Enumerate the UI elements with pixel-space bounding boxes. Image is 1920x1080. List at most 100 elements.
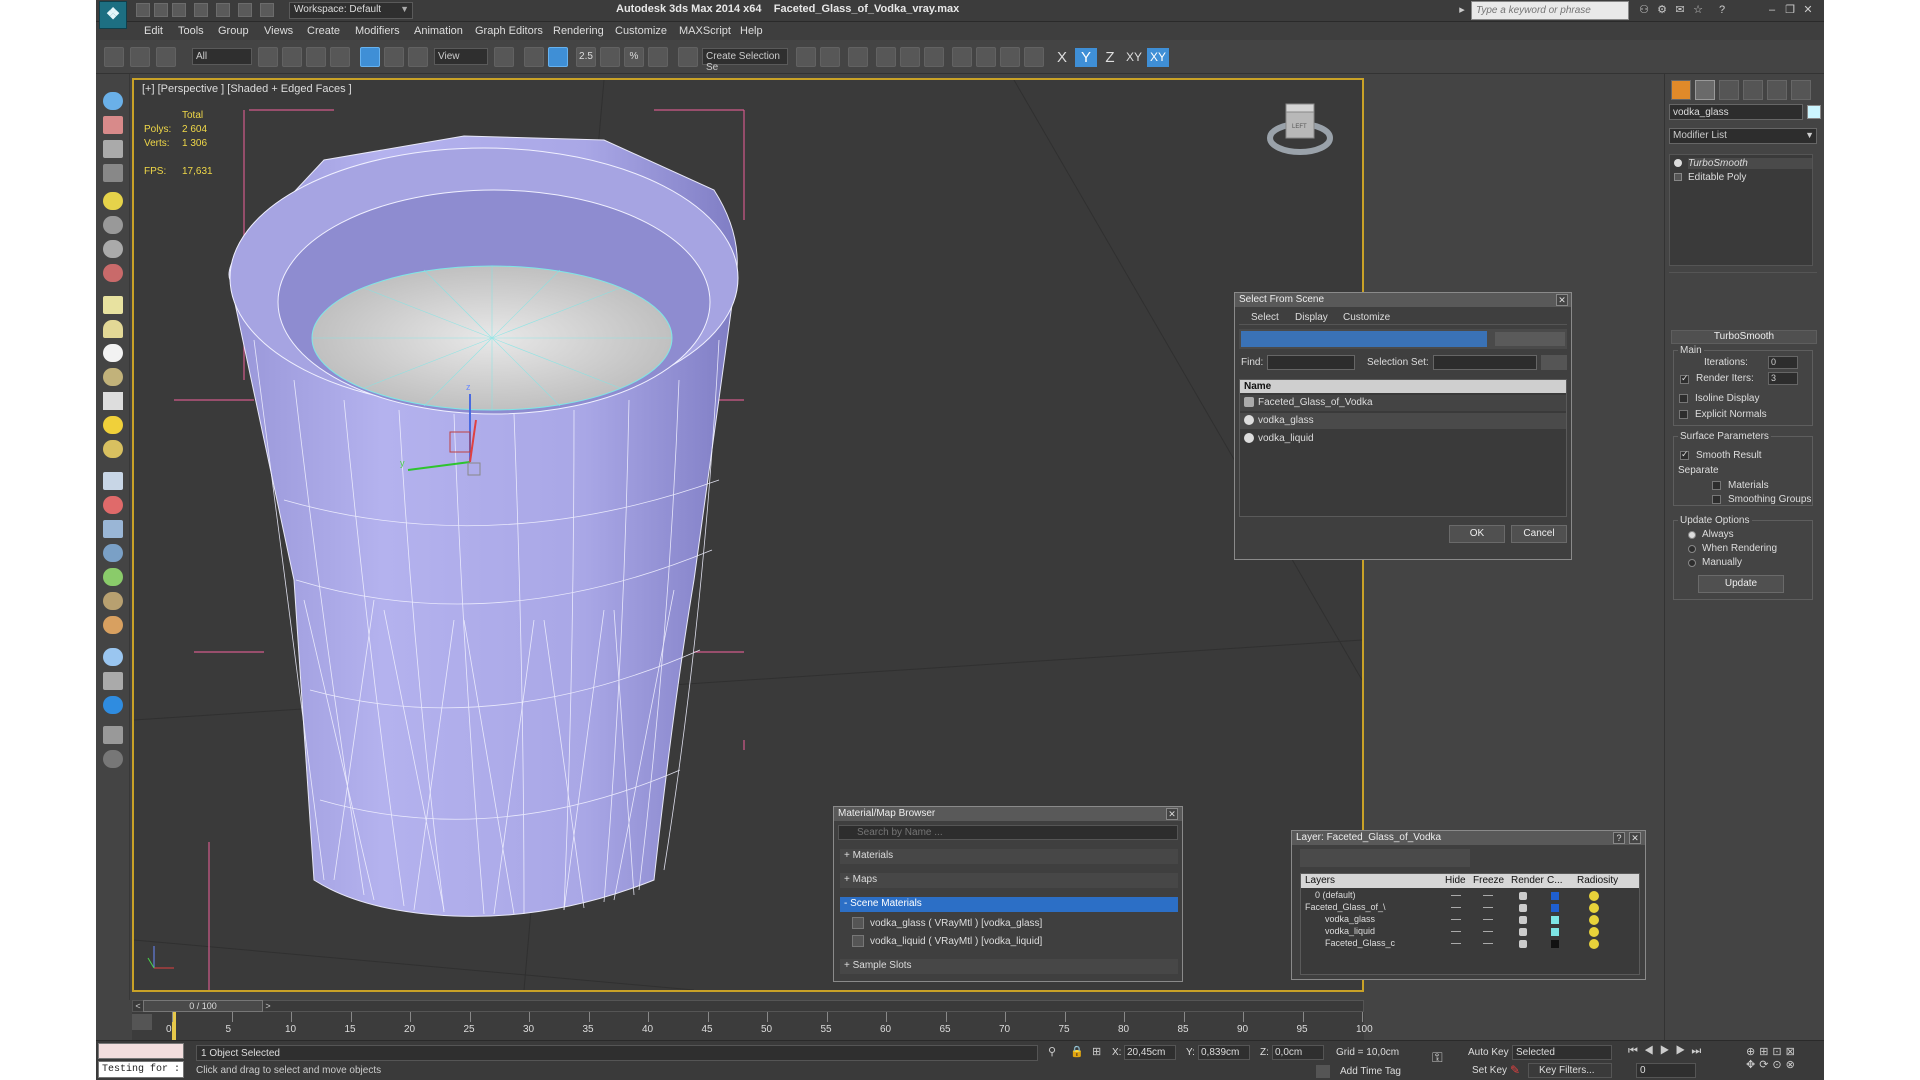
- manually-radio[interactable]: [1688, 559, 1696, 567]
- helper-icon[interactable]: [103, 264, 123, 282]
- column-radiosity[interactable]: Radiosity: [1577, 875, 1618, 886]
- favorites-icon[interactable]: ☆: [1692, 4, 1704, 16]
- sphere-icon[interactable]: [103, 344, 123, 362]
- teapot-icon[interactable]: [103, 92, 123, 110]
- restrict-xy-plane[interactable]: XY: [1123, 48, 1145, 67]
- layer-color-swatch[interactable]: [1551, 940, 1559, 948]
- viewport-label[interactable]: [+] [Perspective ] [Shaded + Edged Faces…: [142, 83, 352, 95]
- list-item[interactable]: vodka_liquid ( VRayMtl ) [vodka_liquid]: [868, 935, 1178, 950]
- undo-icon[interactable]: [194, 3, 208, 17]
- hide-dash[interactable]: [1451, 919, 1461, 920]
- schematic-view-icon[interactable]: [924, 47, 944, 67]
- render-iters-spinner[interactable]: 3: [1768, 372, 1798, 385]
- minimize-icon[interactable]: –: [1766, 4, 1778, 16]
- material-search-input[interactable]: [838, 825, 1178, 840]
- menu-modifiers[interactable]: Modifiers: [355, 25, 400, 37]
- select-object-icon[interactable]: [258, 47, 278, 67]
- menu-animation[interactable]: Animation: [414, 25, 463, 37]
- freeze-dash[interactable]: [1483, 931, 1493, 932]
- key-filters-button[interactable]: Key Filters...: [1528, 1063, 1612, 1078]
- modifier-list-dropdown[interactable]: Modifier List ▼: [1669, 128, 1817, 144]
- select-and-rotate-icon[interactable]: [384, 47, 404, 67]
- column-color[interactable]: C...: [1547, 875, 1563, 886]
- box-icon[interactable]: [103, 296, 123, 314]
- viewport-navigation-controls[interactable]: ⊕⊞⊡⊠ ✥⟳⊙⊗: [1746, 1045, 1820, 1079]
- motion-tab-icon[interactable]: [1743, 80, 1763, 100]
- ok-button[interactable]: OK: [1449, 525, 1505, 543]
- document-icon[interactable]: [103, 140, 123, 158]
- auto-key-button[interactable]: Auto Key: [1468, 1047, 1509, 1058]
- selection-set-dropdown[interactable]: [1433, 355, 1537, 370]
- infocenter-search-input[interactable]: [1471, 1, 1629, 20]
- object-name-input[interactable]: [1669, 104, 1803, 120]
- named-selection-dropdown[interactable]: Create Selection Se: [702, 48, 788, 73]
- gear-icon[interactable]: [103, 240, 123, 258]
- particles-icon[interactable]: [103, 472, 123, 490]
- wave-icon[interactable]: [103, 520, 123, 538]
- close-icon[interactable]: ✕: [1556, 294, 1568, 306]
- playback-controls[interactable]: ⏮◀▶▶⏭: [1628, 1045, 1748, 1059]
- layer-color-swatch[interactable]: [1551, 904, 1559, 912]
- hemisphere-icon[interactable]: [103, 320, 123, 338]
- stack-item-turbosmooth[interactable]: TurboSmooth: [1688, 158, 1812, 169]
- project-folder-icon[interactable]: [260, 3, 274, 17]
- menu-graph-editors[interactable]: Graph Editors: [475, 25, 543, 37]
- separate-materials-checkbox[interactable]: [1712, 481, 1721, 490]
- keyboard-shortcut-override-icon[interactable]: [548, 47, 568, 67]
- menu-create[interactable]: Create: [307, 25, 340, 37]
- mini-curve-editor-icon[interactable]: [132, 1014, 152, 1030]
- open-file-icon[interactable]: [154, 3, 168, 17]
- menu-help[interactable]: Help: [740, 25, 763, 37]
- track-bar[interactable]: 0 5 10 15 20 25 30 35 40 45 50 55 60 65 70 75 80 85 90 95 10…: [132, 1012, 1373, 1040]
- restrict-z-axis[interactable]: Z: [1099, 48, 1121, 67]
- explicit-normals-checkbox[interactable]: [1679, 410, 1688, 419]
- selection-set-icons[interactable]: [1541, 355, 1567, 370]
- column-freeze[interactable]: Freeze: [1473, 875, 1504, 886]
- when-rendering-radio[interactable]: [1688, 545, 1696, 553]
- add-time-tag[interactable]: Add Time Tag: [1340, 1066, 1401, 1077]
- render-setup-icon[interactable]: [976, 47, 996, 67]
- maps-section[interactable]: + Maps: [840, 873, 1178, 888]
- name-column-header[interactable]: Name: [1240, 380, 1566, 393]
- tab-display[interactable]: Display: [1295, 312, 1328, 323]
- list-item[interactable]: vodka_glass: [1240, 413, 1566, 429]
- close-icon[interactable]: ✕: [1802, 4, 1814, 16]
- reference-coordinate-dropdown[interactable]: View: [434, 48, 488, 65]
- set-key-button[interactable]: Set Key: [1472, 1065, 1507, 1076]
- key-icon[interactable]: ⚿: [1432, 1049, 1454, 1065]
- key-pencil-icon[interactable]: ✎: [1510, 1063, 1524, 1077]
- dynamics-icon[interactable]: [103, 496, 123, 514]
- hide-dash[interactable]: [1451, 895, 1461, 896]
- torus-icon[interactable]: [103, 440, 123, 458]
- materials-section[interactable]: + Materials: [840, 849, 1178, 864]
- layer-color-swatch[interactable]: [1551, 892, 1559, 900]
- hide-dash[interactable]: [1451, 943, 1461, 944]
- current-frame-field[interactable]: 0: [1636, 1063, 1696, 1078]
- update-button[interactable]: Update: [1698, 575, 1784, 593]
- new-file-icon[interactable]: [136, 3, 150, 17]
- render-icon[interactable]: [103, 116, 123, 134]
- list-item[interactable]: Faceted_Glass_of_Vodka: [1240, 395, 1566, 411]
- render-teapot-icon[interactable]: [1519, 928, 1527, 936]
- close-icon[interactable]: ✕: [1629, 832, 1641, 844]
- close-icon[interactable]: ✕: [1166, 808, 1178, 820]
- mirror-icon[interactable]: [796, 47, 816, 67]
- list-item[interactable]: vodka_glass ( VRayMtl ) [vodka_glass]: [868, 917, 1178, 932]
- layer-color-swatch[interactable]: [1551, 928, 1559, 936]
- hide-dash[interactable]: [1451, 907, 1461, 908]
- lock-icon[interactable]: 🔒: [1070, 1045, 1084, 1059]
- rectangular-selection-icon[interactable]: [306, 47, 326, 67]
- display-tab-icon[interactable]: [1767, 80, 1787, 100]
- table-row[interactable]: Faceted_Glass_c: [1301, 938, 1639, 950]
- separate-smoothing-groups-checkbox[interactable]: [1712, 495, 1721, 504]
- sun-icon[interactable]: [103, 416, 123, 434]
- align-icon[interactable]: [820, 47, 840, 67]
- menu-customize[interactable]: Customize: [615, 25, 667, 37]
- utilities-icon[interactable]: [103, 726, 123, 744]
- hold-icon[interactable]: [238, 3, 252, 17]
- render-iters-checkbox[interactable]: [1680, 373, 1689, 384]
- iterations-spinner[interactable]: 0: [1768, 356, 1798, 369]
- teapot-primitive-icon[interactable]: [103, 368, 123, 386]
- key-mode-dropdown[interactable]: Selected: [1512, 1045, 1612, 1060]
- rendered-frame-window-icon[interactable]: [1000, 47, 1020, 67]
